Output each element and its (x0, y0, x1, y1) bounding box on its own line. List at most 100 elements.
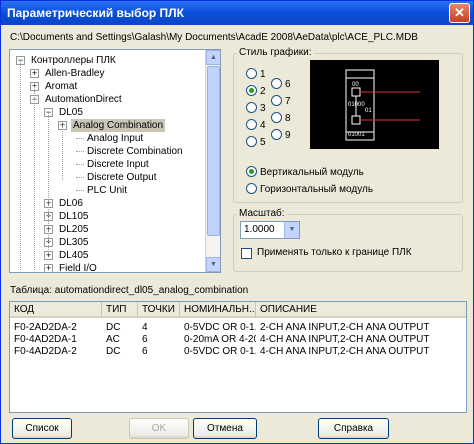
tree-guide-line (34, 86, 35, 270)
table-cell[interactable]: 0-5VDC OR 0-1... (180, 322, 256, 334)
column-header-code[interactable]: КОД (10, 302, 102, 318)
close-button[interactable]: ✕ (449, 3, 470, 23)
graphics-style-title: Стиль графики: (237, 47, 314, 59)
table-cell[interactable]: 0-20mA OR 4-20... (180, 334, 256, 346)
radio-dot[interactable] (271, 78, 282, 89)
module-table[interactable]: КОД ТИП ТОЧКИ НОМИНАЛЬН... ОПИСАНИЕ F0-2… (9, 301, 467, 413)
tree-content: − Контроллеры ПЛК + Allen-Bradley + Aromat − Au… (10, 50, 206, 272)
table-cell[interactable]: 4 (138, 322, 180, 334)
table-cell[interactable]: F0-4AD2DA-2 (10, 346, 102, 358)
radio-dot[interactable] (271, 95, 282, 106)
table-cell[interactable]: DC (102, 322, 138, 334)
table-cell[interactable]: DC (102, 346, 138, 358)
scale-title: Масштаб: (237, 208, 287, 220)
graphics-style-radio-6[interactable]: 6 (271, 78, 291, 91)
tree-node-label[interactable]: DL105 (57, 210, 90, 223)
tree-node-label[interactable]: Discrete Input (85, 158, 151, 171)
graphics-preview: 00 01000 01001 01 (310, 60, 439, 149)
graphics-style-radio-8[interactable]: 8 (271, 112, 291, 125)
scroll-thumb[interactable] (207, 66, 220, 236)
title-bar[interactable]: Параметрический выбор ПЛК ✕ (1, 1, 473, 25)
table-cell[interactable]: F0-4AD2DA-1 (10, 334, 102, 346)
tree-node-label[interactable]: Discrete Output (85, 171, 158, 184)
tree-node-label[interactable]: Контроллеры ПЛК (29, 54, 118, 67)
horizontal-module-label: Горизонтальный модуль (260, 184, 374, 195)
radio-label: 7 (285, 96, 291, 107)
graphics-style-radio-1[interactable]: 1 (246, 68, 266, 81)
tree-connector (76, 177, 84, 178)
tree-node-label[interactable]: Allen-Bradley (43, 67, 106, 80)
radio-dot[interactable] (246, 136, 257, 147)
radio-dot[interactable] (246, 183, 257, 194)
plc-tree[interactable]: − Контроллеры ПЛК + Allen-Bradley + Aromat − Au… (9, 49, 221, 273)
column-header-type[interactable]: ТИП (102, 302, 138, 318)
radio-label: 3 (260, 103, 266, 114)
scale-value: 1.0000 (244, 224, 275, 235)
preview-label-side: 01 (365, 108, 372, 114)
column-header-description[interactable]: ОПИСАНИЕ (256, 302, 466, 318)
scroll-down-button[interactable]: ▼ (206, 257, 220, 272)
vertical-module-radio[interactable]: Вертикальный модуль (246, 166, 364, 179)
radio-label: 6 (285, 79, 291, 90)
radio-label: 9 (285, 130, 291, 141)
tree-guide-line (62, 125, 63, 180)
apply-plc-only-label: Применять только к границе ПЛК (257, 247, 412, 258)
graphics-style-radio-5[interactable]: 5 (246, 136, 266, 149)
tree-node-label[interactable]: Analog Input (85, 132, 145, 145)
radio-dot[interactable] (271, 129, 282, 140)
tree-node-label[interactable]: DL06 (57, 197, 85, 210)
graphics-style-radio-2[interactable]: 2 (246, 85, 266, 98)
expand-icon[interactable]: + (44, 264, 53, 272)
tree-node-label[interactable]: DL305 (57, 236, 90, 249)
column-header-points[interactable]: ТОЧКИ (138, 302, 180, 318)
radio-dot[interactable] (271, 112, 282, 123)
graphics-style-radio-7[interactable]: 7 (271, 95, 291, 108)
graphics-style-radio-9[interactable]: 9 (271, 129, 291, 142)
horizontal-module-radio[interactable]: Горизонтальный модуль (246, 183, 373, 196)
database-path: C:\Documents and Settings\Galash\My Docu… (10, 32, 418, 43)
scroll-up-button[interactable]: ▲ (206, 50, 220, 65)
graphics-style-radio-3[interactable]: 3 (246, 102, 266, 115)
radio-dot[interactable] (246, 85, 257, 96)
radio-label: 4 (260, 120, 266, 131)
graphics-style-radio-4[interactable]: 4 (246, 119, 266, 132)
radio-dot[interactable] (246, 119, 257, 130)
preview-label-mid: 01000 (348, 102, 365, 108)
tree-node-label[interactable]: Field I/O (57, 262, 99, 272)
tree-node-label[interactable]: DL205 (57, 223, 90, 236)
tree-guide-line (20, 60, 21, 270)
expand-icon[interactable]: + (30, 69, 39, 78)
radio-label: 1 (260, 69, 266, 80)
table-cell[interactable]: AC (102, 334, 138, 346)
tree-node-label[interactable]: AutomationDirect (43, 93, 124, 106)
apply-plc-only-checkbox[interactable] (241, 248, 252, 259)
radio-dot[interactable] (246, 102, 257, 113)
table-cell[interactable]: 6 (138, 334, 180, 346)
tree-node-label[interactable]: PLC Unit (85, 184, 129, 197)
radio-dot[interactable] (246, 68, 257, 79)
table-cell[interactable]: 0-5VDC OR 0-1... (180, 346, 256, 358)
radio-dot[interactable] (246, 166, 257, 177)
table-label: Таблица: automationdirect_dl05_analog_co… (10, 285, 249, 296)
tree-scrollbar[interactable]: ▲ ▼ (205, 50, 220, 272)
list-button[interactable]: Список (12, 418, 72, 439)
table-cell[interactable]: 2-CH ANA INPUT,2-CH ANA OUTPUT (256, 322, 466, 334)
cancel-button[interactable]: Отмена (193, 418, 257, 439)
tree-node-label[interactable]: DL05 (57, 106, 85, 119)
table-cell[interactable]: F0-2AD2DA-2 (10, 322, 102, 334)
window-title: Параметрический выбор ПЛК (7, 6, 184, 20)
radio-label: 8 (285, 113, 291, 124)
tree-node-label[interactable]: Discrete Combination (85, 145, 185, 158)
help-button[interactable]: Справка (318, 418, 389, 439)
chevron-down-icon[interactable]: ▼ (284, 222, 299, 238)
table-cell[interactable]: 4-CH ANA INPUT,2-CH ANA OUTPUT (256, 334, 466, 346)
tree-node-label[interactable]: Analog Combination (71, 119, 166, 132)
scale-select[interactable]: 1.0000 ▼ (240, 221, 300, 239)
table-cell[interactable]: 6 (138, 346, 180, 358)
table-cell[interactable]: 4-CH ANA INPUT,2-CH ANA OUTPUT (256, 346, 466, 358)
column-header-rating[interactable]: НОМИНАЛЬН... (180, 302, 256, 318)
plc-parametric-dialog: Параметрический выбор ПЛК ✕ C:\Documents… (0, 0, 474, 444)
tree-node-label[interactable]: Aromat (43, 80, 79, 93)
ok-button[interactable]: OK (129, 418, 189, 439)
tree-node-label[interactable]: DL405 (57, 249, 90, 262)
